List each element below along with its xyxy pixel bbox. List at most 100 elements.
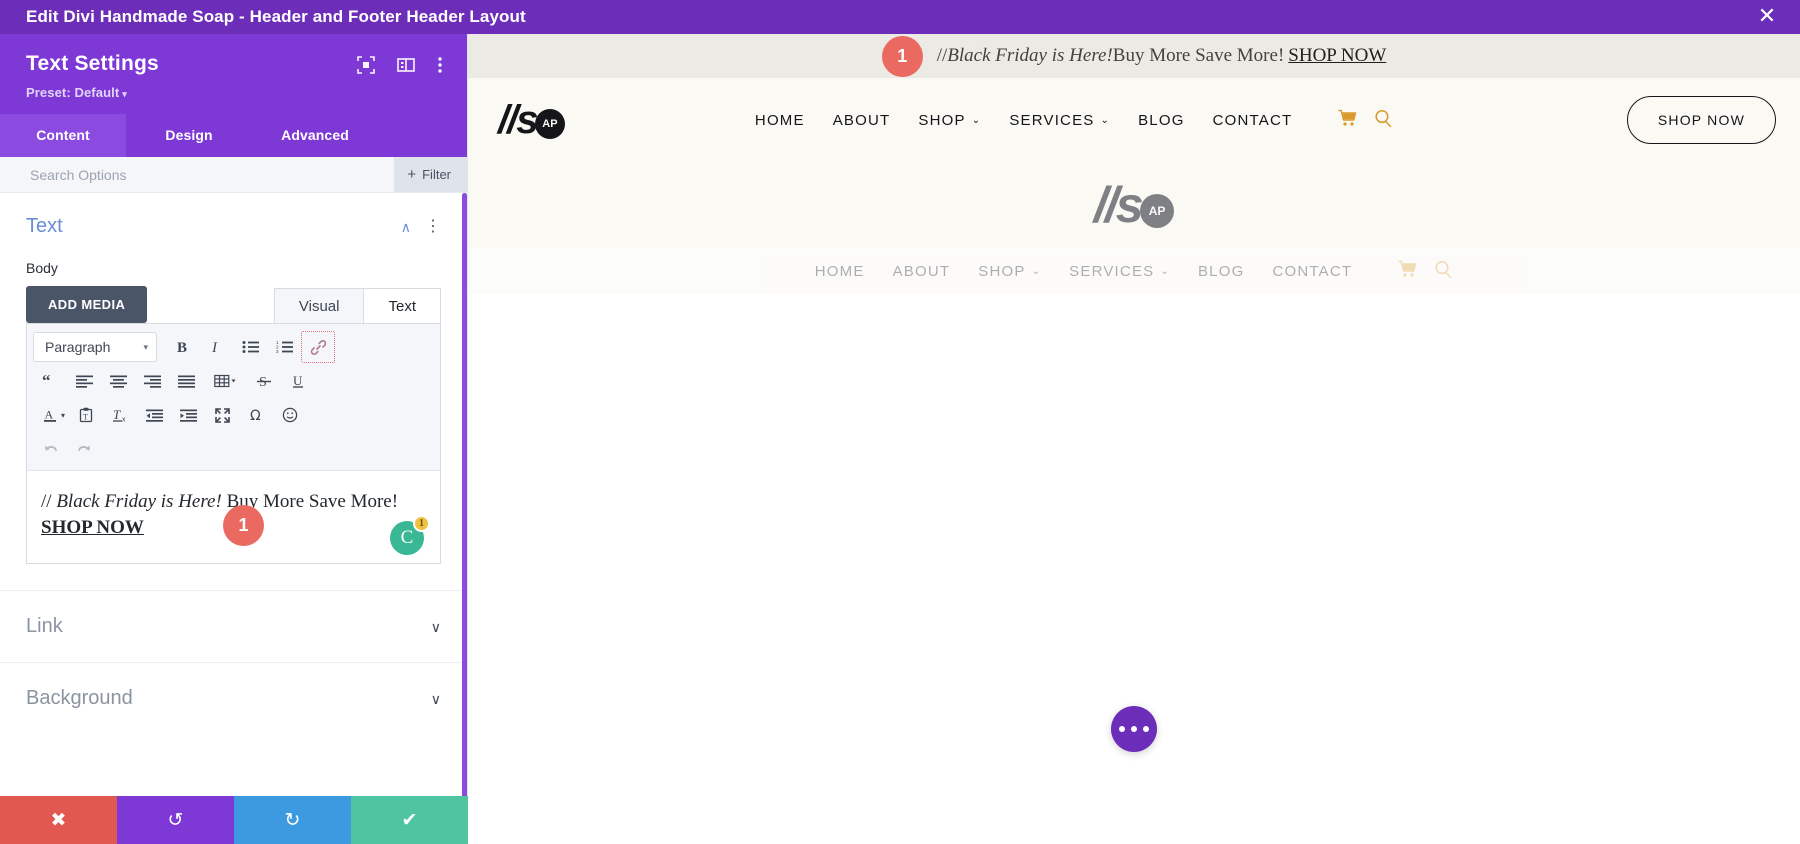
section-link[interactable]: Link ∨ [0, 590, 467, 662]
nav-label: CONTACT [1272, 262, 1353, 280]
shop-now-button[interactable]: SHOP NOW [1626, 96, 1776, 144]
hero-logo: //so AP [1094, 176, 1175, 234]
add-media-button[interactable]: ADD MEDIA [26, 286, 148, 323]
tab-visual[interactable]: Visual [273, 288, 365, 323]
promo-plain: Buy More Save More! [1112, 45, 1285, 66]
scrollbar-track[interactable] [462, 193, 467, 796]
ghost-nav-item-blog[interactable]: BLOG [1198, 263, 1244, 280]
chevron-down-icon: ▾ [122, 89, 127, 99]
align-left-icon[interactable] [67, 365, 101, 397]
expand-icon[interactable] [357, 56, 375, 79]
body-editor: ADD MEDIA Visual Text Paragraph ▾ B I 1 … [26, 286, 441, 564]
numbered-list-icon[interactable]: 1 2 3 [267, 331, 301, 363]
editor-text-link[interactable]: SHOP NOW [41, 517, 144, 538]
special-character-icon[interactable]: Ω [239, 399, 273, 431]
chevron-down-icon: ∨ [430, 618, 441, 635]
undo-icon[interactable] [33, 433, 67, 465]
nav-item-home[interactable]: HOME [755, 112, 805, 129]
cart-icon[interactable] [1338, 109, 1358, 131]
paste-as-text-icon[interactable]: T [69, 399, 103, 431]
tab-content[interactable]: Content [0, 114, 126, 157]
promo-bar: 1 // Black Friday is Here! Buy More Save… [468, 34, 1800, 78]
promo-prefix: // [936, 45, 948, 66]
panel-tabs: Content Design Advanced [0, 114, 467, 157]
tab-text[interactable]: Text [363, 288, 441, 323]
nav-label: SERVICES [1069, 262, 1155, 280]
more-options-button[interactable] [1111, 706, 1157, 752]
align-center-icon[interactable] [101, 365, 135, 397]
align-justify-icon[interactable] [169, 365, 203, 397]
panel-title: Text Settings [26, 52, 159, 75]
section-background[interactable]: Background ∨ [0, 662, 467, 734]
outdent-icon[interactable] [137, 399, 171, 431]
align-right-icon[interactable] [135, 365, 169, 397]
ghost-nav-item-about[interactable]: ABOUT [893, 263, 951, 280]
search-icon[interactable] [1374, 109, 1393, 132]
tab-advanced[interactable]: Advanced [252, 114, 378, 157]
scrollbar-thumb[interactable] [462, 193, 467, 796]
kebab-menu-icon[interactable] [437, 56, 443, 79]
insert-table-icon[interactable] [203, 365, 247, 397]
strikethrough-icon[interactable]: S [247, 365, 281, 397]
search-input[interactable] [30, 166, 395, 183]
editor-step-badge: 1 [223, 505, 264, 546]
close-icon[interactable]: ✕ [1750, 0, 1784, 34]
cart-icon[interactable] [1398, 260, 1418, 282]
promo-shop-now-link[interactable]: SHOP NOW [1288, 45, 1386, 67]
ghost-nav-item-shop[interactable]: SHOP ⌄ [978, 263, 1041, 280]
undo-button[interactable]: ↺ [117, 796, 234, 844]
search-icon[interactable] [1434, 260, 1453, 283]
nav-item-about[interactable]: ABOUT [833, 112, 891, 129]
nav-label: ABOUT [832, 111, 891, 129]
redo-icon[interactable] [67, 433, 101, 465]
clear-formatting-icon[interactable]: T x [103, 399, 137, 431]
svg-text:A: A [45, 408, 54, 422]
editor-content[interactable]: // Black Friday is Here! Buy More Save M… [27, 471, 440, 563]
bold-icon[interactable]: B [165, 331, 199, 363]
kebab-menu-icon[interactable]: ⋮ [425, 218, 441, 235]
svg-text:B: B [177, 340, 187, 355]
nav-icon-group [1338, 109, 1393, 132]
window-title: Edit Divi Handmade Soap - Header and Foo… [26, 7, 526, 26]
chevron-down-icon: ⌄ [1160, 265, 1170, 277]
grammar-checker-widget[interactable]: C 1 [390, 515, 430, 555]
nav-item-blog[interactable]: BLOG [1138, 112, 1184, 129]
editor-text-italic: Black Friday is Here! [56, 491, 222, 512]
italic-icon[interactable]: I [199, 331, 233, 363]
layout-icon[interactable] [397, 56, 415, 79]
ghost-nav-item-contact[interactable]: CONTACT [1272, 263, 1352, 280]
dot-icon [1131, 726, 1137, 732]
preset-label: Preset: Default [26, 85, 120, 100]
redo-button[interactable]: ↻ [234, 796, 351, 844]
nav-item-services[interactable]: SERVICES ⌄ [1009, 112, 1110, 129]
tab-design[interactable]: Design [126, 114, 252, 157]
section-background-label: Background [26, 687, 133, 709]
insert-link-icon[interactable] [301, 331, 335, 363]
ghost-nav-item-services[interactable]: SERVICES ⌄ [1069, 263, 1170, 280]
promo-italic: Black Friday is Here! [947, 45, 1113, 66]
body-field-label: Body [26, 260, 58, 276]
blockquote-icon[interactable]: “ [33, 365, 67, 397]
bulleted-list-icon[interactable] [233, 331, 267, 363]
format-select[interactable]: Paragraph ▾ [33, 332, 157, 362]
cancel-button[interactable]: ✖ [0, 796, 117, 844]
emoji-icon[interactable] [273, 399, 307, 431]
svg-text:I: I [211, 340, 218, 355]
dot-icon [1119, 726, 1125, 732]
indent-icon[interactable] [171, 399, 205, 431]
save-button[interactable]: ✔ [351, 796, 468, 844]
promo-step-badge: 1 [881, 35, 923, 77]
preset-selector[interactable]: Preset: Default ▾ [26, 85, 443, 100]
chevron-up-icon[interactable]: ∧ [401, 220, 411, 234]
editor-box: Paragraph ▾ B I 1 2 3 “ U A ▾ T T x Ω //… [26, 323, 441, 564]
filter-button[interactable]: + Filter [394, 157, 467, 192]
nav-item-contact[interactable]: CONTACT [1213, 112, 1293, 129]
underline-icon[interactable]: U [281, 365, 315, 397]
ghost-nav-item-home[interactable]: HOME [815, 263, 865, 280]
nav-item-shop[interactable]: SHOP ⌄ [918, 112, 981, 129]
ghost-nav-icon-group [1398, 260, 1453, 283]
site-logo[interactable]: //so AP [498, 98, 565, 143]
chevron-down-icon[interactable]: ▾ [61, 411, 65, 420]
nav-label: HOME [754, 111, 805, 129]
fullscreen-icon[interactable] [205, 399, 239, 431]
